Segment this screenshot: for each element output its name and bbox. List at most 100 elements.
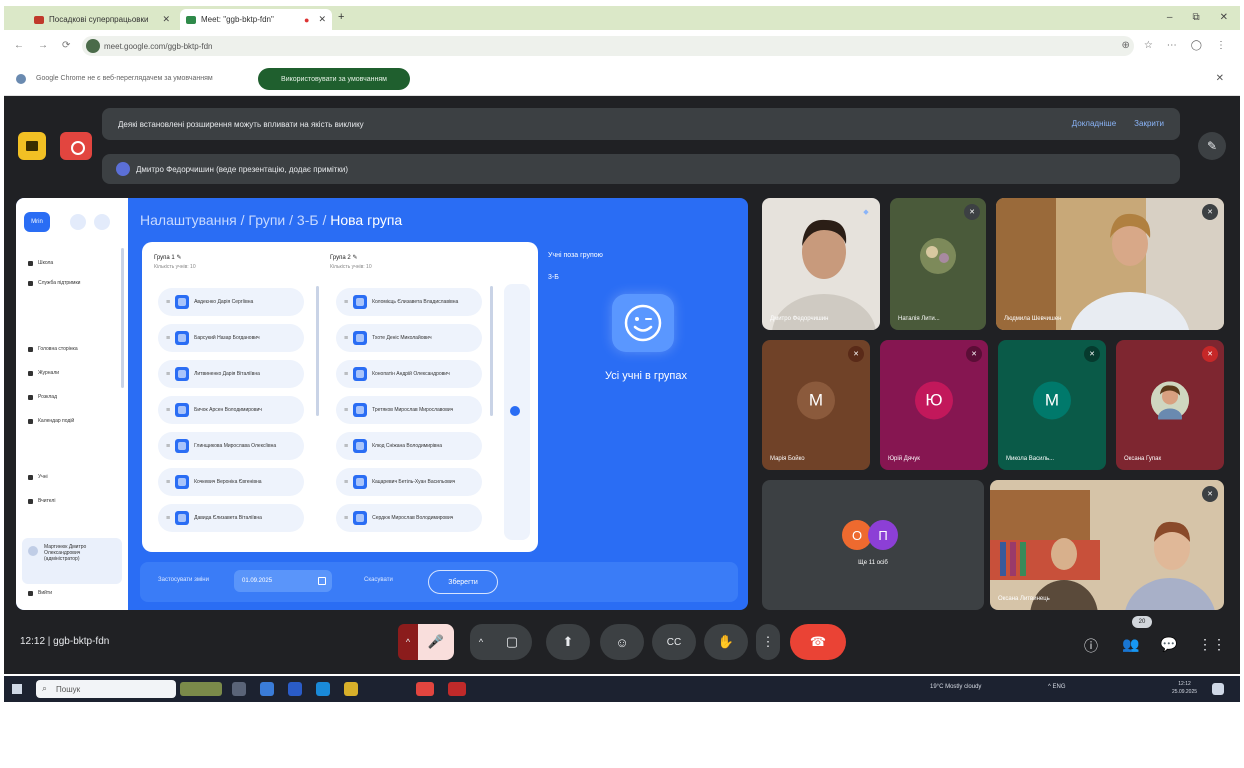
group2-scrollbar[interactable]	[490, 286, 493, 416]
notifications-icon[interactable]	[1212, 683, 1224, 695]
close-icon[interactable]: ✕	[1216, 73, 1224, 84]
people-icon[interactable]: 👥	[1122, 636, 1139, 653]
store-icon[interactable]	[316, 682, 330, 696]
leave-call-button[interactable]: ☎	[790, 624, 846, 660]
sidebar-item-logout[interactable]: Вийти	[28, 590, 118, 596]
raise-hand-button[interactable]: ✋	[704, 624, 748, 660]
present-button[interactable]: ⬆	[546, 624, 590, 660]
extensions-icon[interactable]: ⋯	[1167, 40, 1177, 51]
clock-date: 25.09.2025	[1172, 689, 1198, 695]
student-chip[interactable]: ≡ Кочкевич Вероніка Євгенівна	[158, 468, 304, 496]
app-taskbar-icon[interactable]	[448, 682, 466, 696]
sidebar-item-schedule[interactable]: Розклад	[28, 394, 118, 400]
activities-icon[interactable]: ⋮⋮	[1198, 636, 1226, 653]
others-tile[interactable]: О П Ще 11 осіб	[762, 480, 984, 610]
close-window-button[interactable]: ✕	[1220, 12, 1228, 23]
windows-start-icon[interactable]	[12, 684, 22, 694]
student-chip[interactable]: ≡ Глинщикова Мирослава Олексіївна	[158, 432, 304, 460]
student-chip[interactable]: ≡ Кацаревич Бетіль-Хуан Васильович	[336, 468, 482, 496]
menu-icon[interactable]: ⋮	[1216, 40, 1226, 51]
site-info-icon[interactable]	[86, 39, 100, 53]
participant-tile[interactable]: ✕ Ю Юрій Дячук	[880, 340, 988, 470]
date-input[interactable]: 01.09.2025	[234, 570, 332, 592]
breadcrumb-path[interactable]: Налаштування / Групи / 3-Б /	[140, 212, 330, 228]
camera-toggle-button[interactable]: ▢	[492, 624, 532, 660]
save-button[interactable]: Зберегти	[428, 570, 498, 594]
calendar-icon[interactable]	[318, 577, 326, 585]
participant-tile[interactable]: ◆ Дмитро Федорчишин	[762, 198, 880, 330]
profile-icon[interactable]: ◯	[1191, 40, 1202, 51]
more-options-button[interactable]: ⋮	[756, 624, 780, 660]
reload-button[interactable]: ⟳	[62, 40, 70, 51]
sidebar-scrollbar[interactable]	[121, 248, 124, 388]
explorer-icon[interactable]	[288, 682, 302, 696]
group1-header[interactable]: Група 1 ✎ Кількість учнів: 10	[154, 254, 196, 270]
sidebar-item-home[interactable]: Головна сторінка	[28, 346, 118, 352]
expand-icon[interactable]	[70, 214, 86, 230]
participant-tile[interactable]: ✕ Оксана Литвинець	[990, 480, 1224, 610]
bookmark-star-icon[interactable]: ☆	[1144, 40, 1153, 51]
student-chip[interactable]: ≡ Барсукий Назар Богданович	[158, 324, 304, 352]
maximize-button[interactable]: ⧉	[1192, 12, 1199, 23]
folder-icon[interactable]	[344, 682, 358, 696]
chat-icon[interactable]: 💬	[1160, 636, 1177, 653]
url-input[interactable]: meet.google.com/ggb-bktp-fdn	[82, 36, 1134, 56]
weather-text[interactable]: 19°C Mostly cloudy	[930, 684, 981, 690]
group2-header[interactable]: Група 2 ✎ Кількість учнів: 10	[330, 254, 372, 270]
participant-tile[interactable]: ✕ М Микола Василь...	[998, 340, 1106, 470]
student-chip[interactable]: ≡ Тхоте Деніс Миколайович	[336, 324, 482, 352]
current-user[interactable]: Мартинюк Дмитро Олександрович (адміністр…	[22, 538, 122, 584]
mic-toggle-button[interactable]: 🎤	[418, 624, 454, 660]
edge-icon[interactable]	[260, 682, 274, 696]
student-chip[interactable]: ≡ Конопатін Андрій Олександрович	[336, 360, 482, 388]
notes-icon[interactable]	[18, 132, 46, 160]
browser-tab[interactable]: Посадкові суперпрацьовки ✕	[28, 9, 176, 30]
participant-tile[interactable]: ✕ М Марія Бойко	[762, 340, 870, 470]
captions-button[interactable]: CC	[652, 624, 696, 660]
system-tray[interactable]: ^ ENG	[1048, 684, 1065, 690]
group1-scrollbar[interactable]	[316, 286, 319, 416]
student-chip[interactable]: ≡ Авдеєнко Дарія Сергіївна	[158, 288, 304, 316]
student-chip[interactable]: ≡ Бичок Арсен Володимирович	[158, 396, 304, 424]
student-chip[interactable]: ≡ Клюд Сніжана Володимирівна	[336, 432, 482, 460]
notifications-icon[interactable]	[94, 214, 110, 230]
close-icon[interactable]: ✕	[318, 14, 326, 25]
dismiss-link[interactable]: Закрити	[1134, 119, 1164, 128]
sidebar-item-teachers[interactable]: Вчителі	[28, 498, 118, 504]
participant-tile[interactable]: ✕ Оксана Гупак	[1116, 340, 1224, 470]
sidebar-item-journals[interactable]: Журнали	[28, 370, 118, 376]
reactions-button[interactable]: ☺	[600, 624, 644, 660]
annotate-pencil-icon[interactable]: ✎	[1198, 132, 1226, 160]
mic-options-button[interactable]: ^	[398, 624, 418, 660]
student-chip[interactable]: ≡ Коломієць Єлизавета Владиславівна	[336, 288, 482, 316]
learn-more-link[interactable]: Докладніше	[1072, 119, 1116, 128]
minimize-button[interactable]: –	[1167, 12, 1173, 23]
search-highlight-icon[interactable]	[180, 682, 222, 696]
camera-options-button[interactable]: ^	[470, 624, 492, 660]
sidebar-item-support[interactable]: Служба підтримки	[28, 280, 118, 286]
student-chip[interactable]: ≡ Литвиненко Дарія Віталіївна	[158, 360, 304, 388]
recording-icon[interactable]	[60, 132, 92, 160]
zoom-icon[interactable]: ⊕	[1121, 40, 1129, 51]
chrome-taskbar-icon[interactable]	[416, 682, 434, 696]
close-icon[interactable]: ✕	[162, 14, 170, 25]
student-chip[interactable]: ≡ Сердюк Мирослав Володимирович	[336, 504, 482, 532]
participant-tile[interactable]: ✕ Наталія Лити...	[890, 198, 986, 330]
sidebar-item-calendar[interactable]: Календар подій	[28, 418, 118, 424]
back-button[interactable]: ←	[14, 40, 24, 51]
participant-tile[interactable]: ✕ Людмила Шевчишен	[996, 198, 1224, 330]
meeting-info-icon[interactable]: ⓘ	[1084, 636, 1098, 656]
set-default-button[interactable]: Використовувати за умовчанням	[258, 68, 410, 90]
student-chip[interactable]: ≡ Третяков Мирослав Мирославович	[336, 396, 482, 424]
browser-tab-active[interactable]: Meet: "ggb-bktp-fdn" ● ✕	[180, 9, 332, 30]
sidebar-item-students[interactable]: Учні	[28, 474, 118, 480]
clock[interactable]: 12:12 25.09.2025	[1172, 680, 1197, 696]
forward-button[interactable]: →	[38, 40, 48, 51]
taskbar-search-input[interactable]: Пошук	[36, 680, 176, 698]
student-chip[interactable]: ≡ Давида Єлизавета Віталіївна	[158, 504, 304, 532]
no-group-class: 3-Б	[548, 274, 559, 281]
sidebar-item-school[interactable]: Школа	[28, 260, 118, 266]
new-tab-button[interactable]: +	[338, 11, 344, 23]
task-view-icon[interactable]	[232, 682, 246, 696]
cancel-button[interactable]: Скасувати	[364, 577, 393, 583]
